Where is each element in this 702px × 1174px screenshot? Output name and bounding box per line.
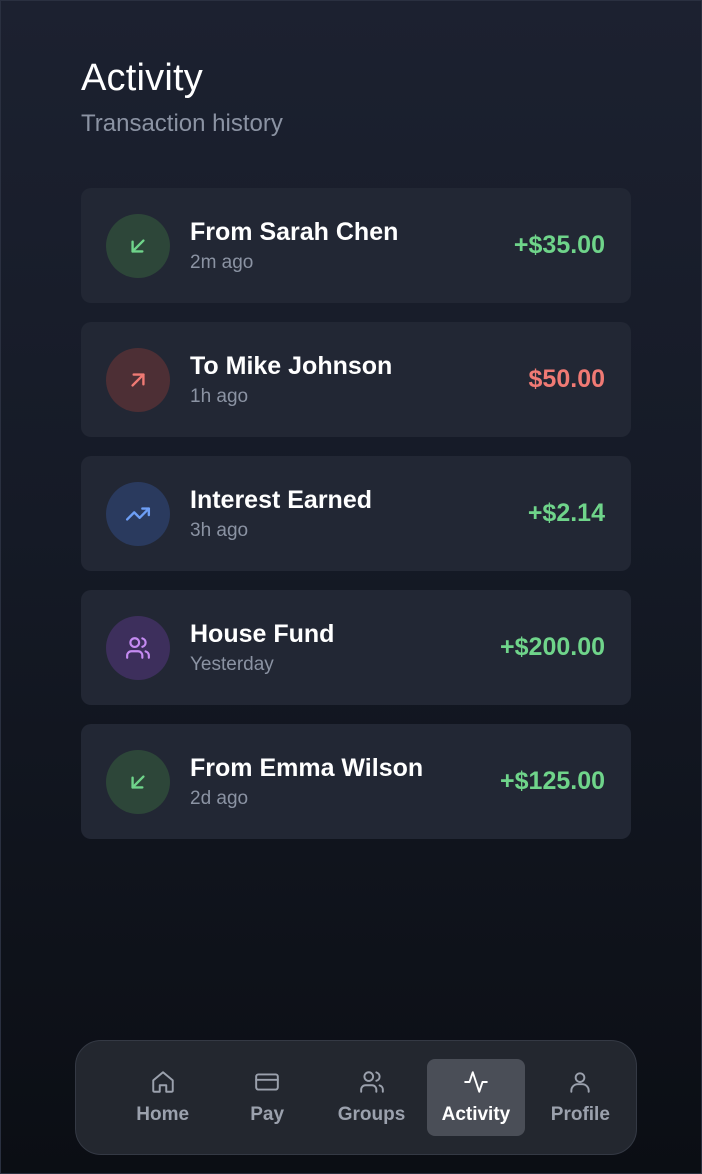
transaction-item[interactable]: From Emma Wilson 2d ago +$125.00: [81, 724, 631, 839]
page-title: Activity: [81, 57, 203, 99]
transaction-info: House Fund Yesterday: [190, 619, 500, 677]
nav-label: Groups: [337, 1104, 406, 1125]
arrow-down-left-icon: [106, 213, 170, 278]
transaction-title: To Mike Johnson: [190, 351, 393, 380]
nav-item-groups[interactable]: Groups: [323, 1059, 420, 1136]
nav-item-pay[interactable]: Pay: [218, 1059, 315, 1136]
transaction-amount: $50.00: [528, 365, 605, 393]
transaction-item[interactable]: From Sarah Chen 2m ago +$35.00: [81, 188, 631, 303]
nav-label: Profile: [550, 1104, 610, 1125]
transaction-time: 2d ago: [190, 787, 249, 809]
nav-label: Activity: [441, 1104, 511, 1125]
transaction-info: From Sarah Chen 2m ago: [190, 217, 514, 275]
transaction-title: House Fund: [190, 619, 335, 648]
users-icon: [106, 615, 170, 680]
transaction-info: To Mike Johnson 1h ago: [190, 351, 529, 409]
user-icon: [567, 1069, 593, 1100]
transaction-title: From Sarah Chen: [190, 217, 399, 246]
nav-item-home[interactable]: Home: [114, 1059, 211, 1136]
nav-label: Pay: [250, 1104, 285, 1125]
home-icon: [150, 1069, 176, 1100]
transaction-amount: +$125.00: [500, 767, 605, 795]
credit-card-icon: [254, 1069, 280, 1100]
transaction-item[interactable]: House Fund Yesterday +$200.00: [81, 590, 631, 705]
users-icon: [359, 1069, 385, 1100]
transaction-info: Interest Earned 3h ago: [190, 485, 528, 543]
transaction-time: 2m ago: [190, 251, 254, 273]
arrow-up-right-icon: [106, 347, 170, 412]
transaction-item[interactable]: To Mike Johnson 1h ago $50.00: [81, 322, 631, 437]
activity-screen: Activity Transaction history From Sarah …: [0, 0, 702, 1174]
bottom-nav: Home Pay Groups Activity Profile: [75, 1040, 637, 1155]
activity-icon: [463, 1069, 489, 1100]
transaction-amount: +$35.00: [513, 231, 605, 259]
transaction-title: Interest Earned: [190, 485, 373, 514]
transaction-amount: +$2.14: [527, 499, 605, 527]
nav-item-profile[interactable]: Profile: [532, 1059, 629, 1136]
transaction-time: 3h ago: [190, 519, 249, 541]
transaction-item[interactable]: Interest Earned 3h ago +$2.14: [81, 456, 631, 571]
nav-label: Home: [136, 1104, 190, 1125]
transaction-list: From Sarah Chen 2m ago +$35.00 To Mike J…: [81, 188, 631, 858]
nav-item-activity[interactable]: Activity: [427, 1059, 525, 1136]
page-header: Activity Transaction history: [81, 55, 283, 139]
arrow-down-left-icon: [106, 749, 170, 814]
transaction-time: Yesterday: [190, 653, 274, 675]
transaction-amount: +$200.00: [500, 633, 605, 661]
transaction-info: From Emma Wilson 2d ago: [190, 753, 500, 811]
transaction-time: 1h ago: [190, 385, 249, 407]
trending-up-icon: [106, 481, 170, 546]
page-subtitle: Transaction history: [81, 110, 283, 137]
transaction-title: From Emma Wilson: [190, 753, 424, 782]
